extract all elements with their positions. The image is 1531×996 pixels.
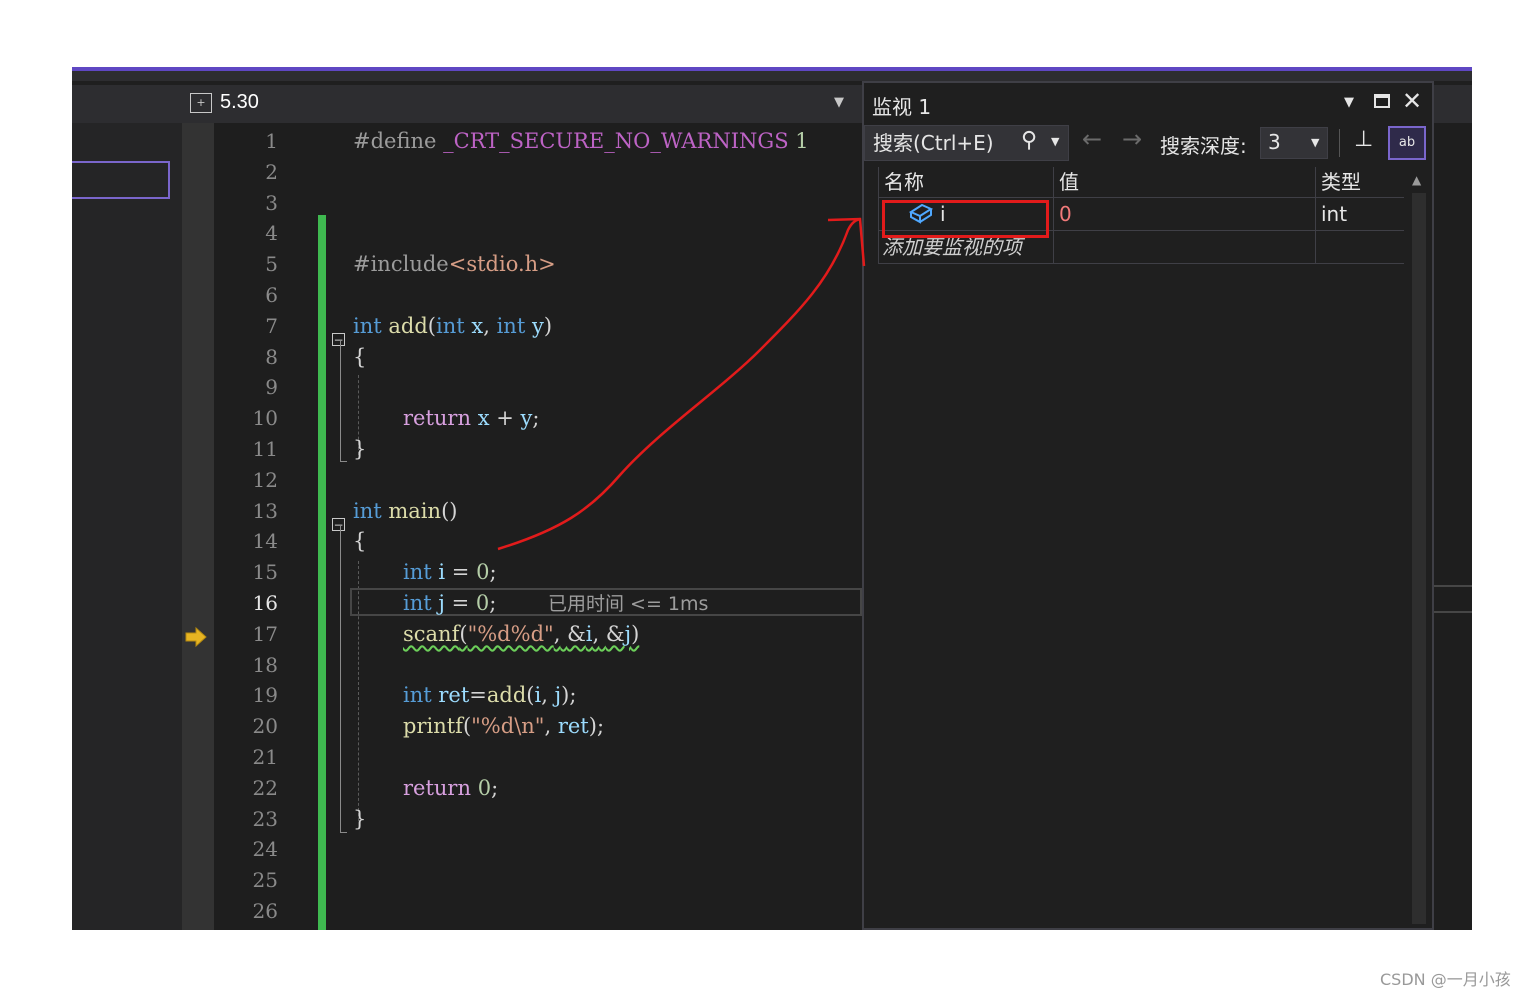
window-menu-icon[interactable]: ▼: [1344, 95, 1354, 110]
line-number: 17: [252, 621, 278, 646]
left-panel-selection[interactable]: [72, 161, 170, 199]
code-line[interactable]: return 0;: [403, 773, 498, 804]
maximize-icon[interactable]: [1374, 94, 1390, 108]
line-number: 21: [252, 745, 278, 769]
right-editor-edge: [1434, 85, 1472, 930]
watch-row-name[interactable]: i: [940, 198, 1040, 230]
line-number: 14: [252, 529, 278, 554]
line-number: 20: [252, 714, 278, 739]
line-number: 6: [265, 283, 278, 307]
code-line[interactable]: printf("%d\n", ret);: [403, 711, 604, 742]
search-icon[interactable]: ⚲: [1021, 128, 1037, 153]
editor-tab-bar: + 5.30 ▼: [182, 85, 862, 123]
left-panel-header: [72, 85, 182, 123]
fold-bracket: [340, 526, 347, 833]
line-number: 1: [265, 129, 278, 153]
search-depth-label: 搜索深度:: [1160, 134, 1247, 158]
current-line-highlight-edge: [1434, 585, 1472, 613]
toolbar-divider: [1339, 129, 1340, 157]
close-icon[interactable]: ✕: [1402, 87, 1422, 115]
line-number: 24: [252, 837, 278, 862]
variable-icon: [908, 198, 934, 230]
line-number: 5: [265, 252, 278, 277]
pin-icon[interactable]: ⊥: [1354, 127, 1373, 152]
hex-display-button[interactable]: ab: [1388, 126, 1426, 160]
current-statement-arrow-icon: [185, 626, 207, 648]
grid-line: [1315, 167, 1316, 263]
vertical-scrollbar[interactable]: ▲: [1408, 167, 1430, 928]
chevron-down-icon[interactable]: ▼: [834, 95, 844, 110]
code-line[interactable]: int add(int x, int y): [353, 311, 552, 342]
line-number: 7: [265, 313, 278, 338]
scroll-up-icon[interactable]: ▲: [1412, 173, 1421, 187]
code-line[interactable]: }: [353, 804, 366, 835]
code-line[interactable]: {: [353, 526, 366, 557]
file-tab-label[interactable]: 5.30: [220, 91, 259, 114]
breakpoint-gutter[interactable]: [182, 123, 214, 930]
column-header-name[interactable]: 名称: [878, 167, 1053, 197]
ide-window: + 5.30 ▼ 1 2 3 4 5 6 7 8 9 10 11 12 13 14 15 16 17 18 19 20…: [72, 67, 1472, 930]
left-panel: [72, 85, 182, 930]
title-bar: [72, 67, 1472, 81]
search-box[interactable]: ⚲ ▼: [864, 125, 1069, 161]
search-depth-value: 3: [1268, 130, 1281, 154]
grid-line: [878, 263, 1404, 264]
hex-display-icon: ab: [1398, 135, 1416, 150]
line-number: 12: [252, 467, 278, 492]
watch-toolbar: ⚲ ▼ ← → 搜索深度: 3 ▼ ⊥ ab: [864, 123, 1432, 165]
back-arrow-icon[interactable]: ←: [1082, 125, 1102, 153]
code-line[interactable]: int ret=add(i, j);: [403, 680, 576, 711]
line-number: 11: [252, 437, 278, 461]
fold-bracket: [340, 341, 347, 462]
code-line[interactable]: #include<stdio.h>: [353, 249, 556, 280]
code-line[interactable]: return x + y;: [403, 403, 539, 434]
line-number: 18: [252, 652, 278, 677]
chevron-down-icon: ▼: [1311, 136, 1320, 149]
line-number: 16: [252, 591, 278, 615]
code-line[interactable]: scanf("%d%d", &i, &j): [403, 619, 639, 650]
line-number: 25: [252, 868, 278, 893]
watch-row-value[interactable]: 0: [1059, 198, 1309, 230]
elapsed-time-hint: 已用时间 <= 1ms: [548, 593, 709, 615]
column-header-type[interactable]: 类型: [1315, 167, 1404, 197]
watch-row-type: int: [1321, 202, 1348, 226]
watch-title: 监视 1: [872, 95, 932, 119]
watch-window: 监视 1 ▼ ✕ ⚲ ▼ ← → 搜索深度: 3 ▼ ⊥ ab 名称 值 类型: [862, 81, 1434, 930]
scroll-thumb[interactable]: [1412, 193, 1426, 924]
grid-line: [1053, 167, 1054, 263]
line-number: 22: [252, 775, 278, 800]
code-line[interactable]: }: [353, 434, 366, 465]
line-number: 23: [252, 806, 278, 831]
line-number: 26: [252, 899, 278, 923]
line-number: 4: [265, 221, 278, 246]
line-number: 3: [265, 190, 278, 215]
project-icon: +: [190, 93, 212, 113]
code-line[interactable]: int i = 0;: [403, 557, 497, 588]
line-number: 15: [252, 560, 278, 585]
change-tracking-bar: [318, 215, 326, 930]
line-number: 9: [265, 375, 278, 400]
line-number: 13: [252, 498, 278, 523]
line-number: 2: [265, 159, 278, 184]
search-input[interactable]: [873, 131, 1013, 155]
watermark-credit: CSDN @一月小孩: [1380, 970, 1511, 989]
forward-arrow-icon[interactable]: →: [1122, 125, 1142, 153]
add-watch-item[interactable]: 添加要监视的项: [882, 231, 1054, 263]
watch-grid: 名称 值 类型 i 0 int 添加要监视的项: [878, 167, 1404, 347]
line-number: 19: [252, 683, 278, 708]
grid-line: [878, 167, 879, 263]
code-line[interactable]: {: [353, 342, 366, 373]
code-editor[interactable]: + 5.30 ▼ 1 2 3 4 5 6 7 8 9 10 11 12 13 14 15 16 17 18 19 20…: [182, 85, 862, 930]
line-number: 10: [252, 406, 278, 431]
code-line[interactable]: #define _CRT_SECURE_NO_WARNINGS 1: [353, 126, 809, 157]
search-depth-select[interactable]: 3 ▼: [1260, 127, 1328, 159]
chevron-down-icon[interactable]: ▼: [1051, 135, 1059, 148]
code-line[interactable]: int j = 0;: [403, 588, 496, 619]
code-line[interactable]: int main(): [353, 496, 457, 527]
line-number: 8: [265, 344, 278, 369]
column-header-value[interactable]: 值: [1053, 167, 1315, 197]
right-header: [1434, 85, 1472, 123]
